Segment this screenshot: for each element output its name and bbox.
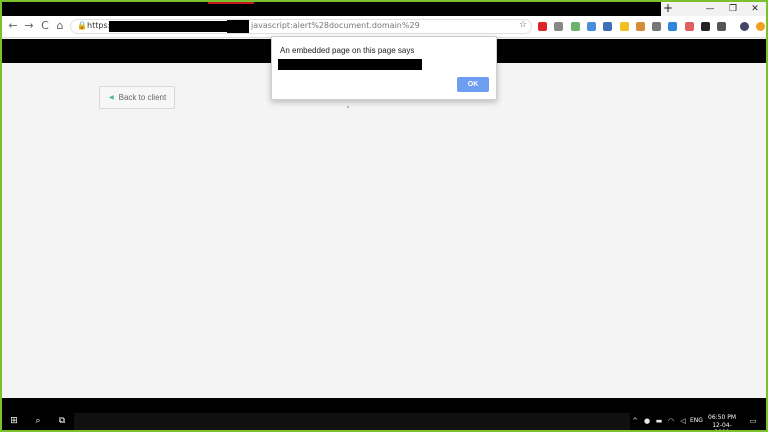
notification-icon[interactable]: ▭ bbox=[748, 416, 758, 427]
search-icon[interactable]: ⌕ bbox=[26, 413, 50, 430]
taskbar: ⊞ ⌕ ⧉ ^ ● ▬ ◠ ◁ ENG 06:50 PM 12-04-2019 … bbox=[2, 413, 766, 430]
battery-icon[interactable]: ▬ bbox=[654, 416, 664, 427]
page-footer bbox=[2, 398, 766, 413]
clock-time: 06:50 PM bbox=[708, 414, 736, 421]
recycle-icon[interactable] bbox=[717, 22, 727, 31]
url-redaction bbox=[109, 21, 227, 32]
language-indicator[interactable]: ENG bbox=[690, 417, 703, 424]
network-icon[interactable]: ◠ bbox=[666, 416, 676, 427]
home-button[interactable]: ⌂ bbox=[53, 19, 67, 33]
profile-icon[interactable] bbox=[739, 22, 749, 31]
maximize-button[interactable]: ❐ bbox=[722, 2, 744, 16]
magnifier-icon[interactable] bbox=[652, 22, 662, 31]
back-nav-button[interactable]: ← bbox=[6, 19, 20, 33]
screen: + — ❐ ✕ ← → C ⌂ 🔒 https:// javascript:al… bbox=[2, 2, 766, 430]
back-to-client-button[interactable]: ◀ Back to client bbox=[99, 86, 175, 109]
dialog-message-redacted bbox=[278, 59, 422, 70]
minimize-button[interactable]: — bbox=[699, 2, 721, 16]
reload-button[interactable]: C bbox=[38, 19, 52, 33]
back-to-client-label: Back to client bbox=[118, 93, 167, 102]
volume-icon[interactable]: ◁ bbox=[678, 416, 688, 427]
opera-icon[interactable] bbox=[538, 22, 547, 31]
clock[interactable]: 06:50 PM 12-04-2019 bbox=[706, 414, 738, 430]
shield-icon[interactable] bbox=[586, 22, 596, 31]
tab-strip bbox=[2, 2, 766, 16]
obscured-dot bbox=[347, 106, 349, 108]
alert-dialog: An embedded page on this page says OK bbox=[271, 36, 497, 100]
taskbar-apps-area bbox=[74, 413, 630, 430]
notes-icon[interactable] bbox=[619, 22, 629, 31]
clock-date: 12-04-2019 bbox=[712, 421, 732, 431]
new-tab-button[interactable]: + bbox=[661, 2, 675, 16]
monitor-icon[interactable] bbox=[603, 22, 613, 31]
start-button[interactable]: ⊞ bbox=[2, 413, 26, 430]
active-tab-indicator bbox=[208, 2, 254, 4]
dialog-title: An embedded page on this page says bbox=[280, 46, 415, 55]
robot-icon[interactable] bbox=[684, 22, 694, 31]
forward-nav-button[interactable]: → bbox=[22, 19, 36, 33]
lock-icon: 🔒 bbox=[77, 21, 87, 30]
tray-chevron-icon[interactable]: ^ bbox=[630, 416, 640, 427]
translate-icon[interactable] bbox=[570, 22, 580, 31]
task-view-icon[interactable]: ⧉ bbox=[50, 413, 74, 430]
hq-icon[interactable] bbox=[701, 22, 710, 31]
bookmark-star-icon[interactable]: ☆ bbox=[519, 20, 527, 30]
url-path: javascript:alert%28document.domain%29 bbox=[251, 21, 420, 30]
dialog-ok-button[interactable]: OK bbox=[457, 77, 489, 92]
close-window-button[interactable]: ✕ bbox=[744, 2, 766, 16]
back-arrow-icon: ◀ bbox=[109, 94, 114, 101]
cookie-icon[interactable] bbox=[635, 22, 645, 31]
browser-toolbar: ← → C ⌂ 🔒 https:// javascript:alert%28do… bbox=[2, 16, 766, 38]
smiley-icon[interactable] bbox=[755, 22, 765, 31]
window-icon[interactable] bbox=[668, 22, 678, 31]
media-icon[interactable]: ● bbox=[642, 416, 652, 427]
address-bar[interactable]: 🔒 https:// javascript:alert%28document.d… bbox=[70, 19, 532, 34]
puzzle-icon[interactable] bbox=[554, 22, 564, 31]
url-redaction bbox=[227, 20, 249, 33]
